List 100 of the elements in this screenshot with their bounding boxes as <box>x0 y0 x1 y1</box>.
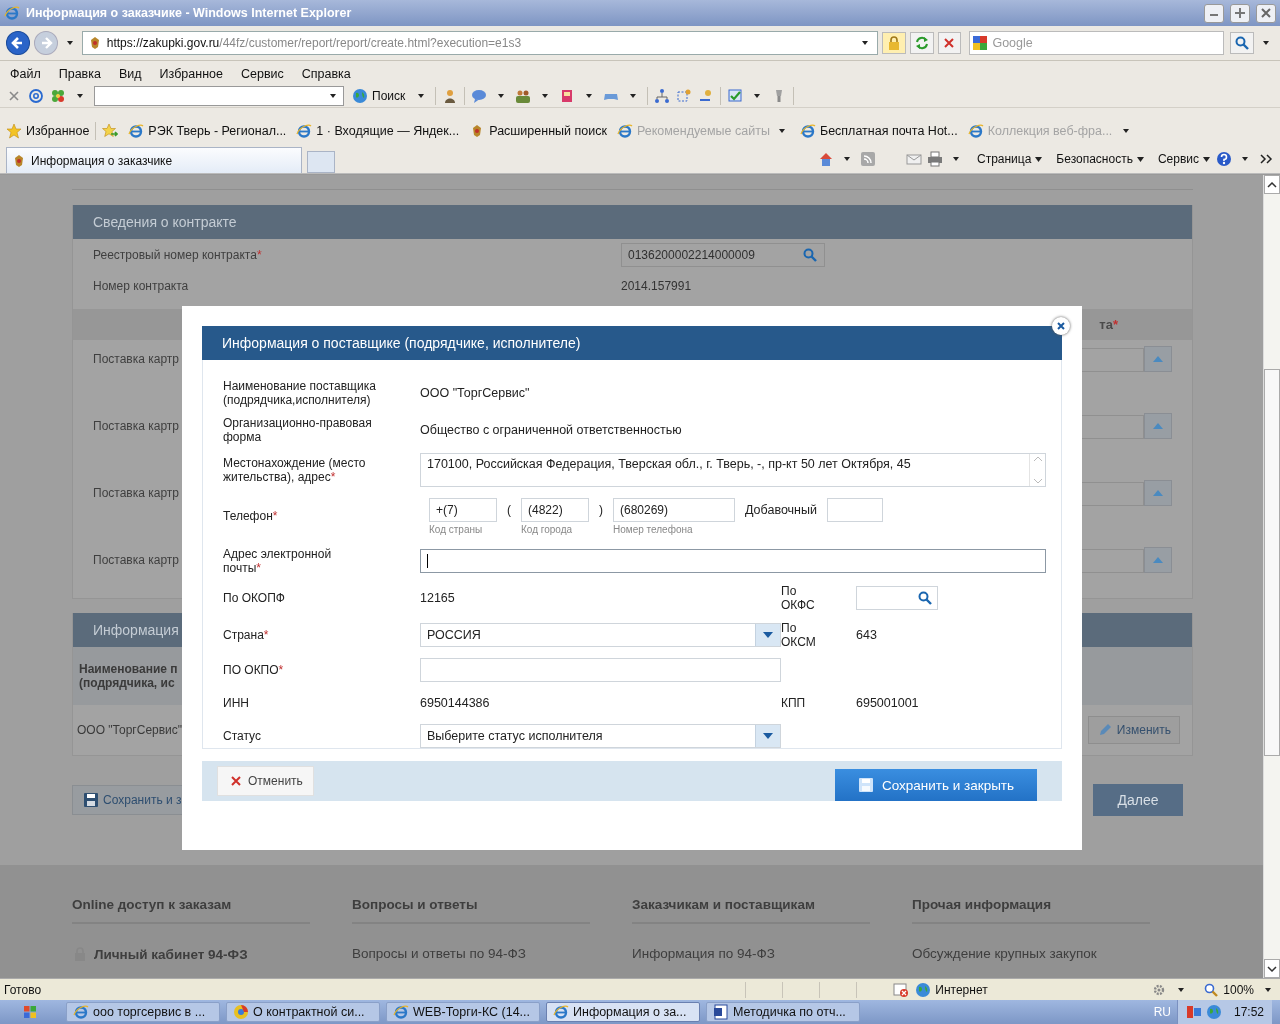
help-icon[interactable] <box>1216 151 1232 167</box>
people-icon[interactable] <box>515 88 532 104</box>
search-provider-icon <box>972 35 989 51</box>
browser-icon <box>233 1004 249 1020</box>
phone-input[interactable]: (680269) <box>613 497 735 522</box>
search-button[interactable]: Поиск <box>350 88 408 104</box>
stop-button[interactable] <box>937 32 962 54</box>
network-icon[interactable] <box>654 88 671 104</box>
taskbar-item[interactable]: Информация о за... <box>546 1002 700 1022</box>
field-label: Местонахождение (место жительства), адрес* <box>223 456 367 484</box>
table-cell: Поставка картр <box>93 486 179 500</box>
caret-icon <box>1034 154 1044 164</box>
close-icon <box>1057 322 1065 330</box>
taskbar-item[interactable]: О контрактной си... <box>226 1002 380 1022</box>
tray-apps-icon[interactable] <box>1185 1004 1202 1020</box>
search-input[interactable]: Google <box>992 36 1213 50</box>
favorite-link[interactable]: 1 · Входящие — Яндек... <box>296 123 460 139</box>
menu-item[interactable]: Правка <box>58 67 101 81</box>
restore-button[interactable] <box>1230 3 1250 23</box>
extension-input[interactable] <box>826 497 883 522</box>
mail-icon[interactable] <box>905 151 922 167</box>
next-button[interactable]: Далее <box>1093 784 1183 816</box>
flower-icon[interactable] <box>50 88 66 104</box>
menu-item[interactable]: Сервис <box>240 67 284 81</box>
search-button[interactable] <box>1230 32 1254 54</box>
column-header: Наименование п (подрядчика, ис <box>79 662 178 690</box>
footer-heading: Online доступ к заказам <box>72 897 233 912</box>
close-button[interactable] <box>1052 317 1070 335</box>
phone-input[interactable]: (4822) <box>521 497 589 522</box>
phone-input[interactable]: +(7) <box>429 497 497 522</box>
caret-icon <box>1202 154 1211 164</box>
caret-icon <box>1135 154 1145 164</box>
close-button[interactable] <box>1256 3 1276 23</box>
scrollbar[interactable] <box>1263 175 1280 978</box>
chat-bubble-icon[interactable] <box>471 88 488 104</box>
command-menu[interactable]: Страница <box>976 152 1044 166</box>
favorites-button[interactable]: Избранное <box>6 123 90 139</box>
field-label: Адрес электронной почты* <box>223 547 333 575</box>
command-menu[interactable]: Сервис <box>1157 152 1211 166</box>
field-hint: Код города <box>521 523 574 535</box>
input-field[interactable] <box>420 549 1046 573</box>
field-label: ИНН <box>223 696 250 710</box>
address-textarea[interactable]: 170100, Российская Федерация, Тверская обл., г. Тверь, -, пр-кт 50 лет Октября, 45 <box>420 453 1046 487</box>
save-close-button[interactable]: Сохранить и закрыть <box>835 769 1037 801</box>
bracket: ) <box>599 501 603 519</box>
search-field[interactable]: 0136200002214000009 <box>621 242 825 267</box>
field-label: Статус <box>223 729 262 743</box>
menu-item[interactable]: Справка <box>301 67 351 81</box>
dialog-title: Информация о поставщике (подрядчике, исполнителе) <box>222 335 581 351</box>
field-label: Организационно-правовая форма <box>223 416 373 444</box>
security-lock-button[interactable] <box>881 32 906 54</box>
footer-link[interactable]: Вопросы и ответы по 94-ФЗ <box>352 946 526 961</box>
scroll-down-icon <box>1032 478 1043 484</box>
at-sign-icon[interactable] <box>28 88 44 104</box>
input-value: (4822) <box>528 502 563 517</box>
refresh-button[interactable] <box>909 32 934 54</box>
dropdown-value: Выберите статус исполнителя <box>427 729 603 743</box>
search-field[interactable] <box>856 586 938 610</box>
search-field[interactable]: Google <box>969 31 1225 55</box>
footer-heading: Заказчикам и поставщикам <box>632 897 816 912</box>
browser-tab[interactable]: Информация о заказчике <box>6 147 302 173</box>
back-button[interactable] <box>6 31 30 55</box>
footer-link[interactable]: Обсуждение крупных закупок <box>912 946 1097 961</box>
toolbar-search-field[interactable] <box>94 86 344 106</box>
field-label: По ОКФС <box>781 584 816 612</box>
field-value: ООО "ТоргСервис" <box>420 386 531 400</box>
plus-icon <box>1235 8 1245 18</box>
menu-item[interactable]: Избранное <box>159 67 223 81</box>
print-icon[interactable] <box>926 151 943 167</box>
minimize-button[interactable] <box>1204 3 1224 23</box>
field-value: 2014.157991 <box>621 278 692 293</box>
scrollbar[interactable] <box>1029 454 1045 486</box>
favorite-link[interactable]: РЭК Тверь - Регионал... <box>128 123 287 139</box>
menu-item[interactable]: Файл <box>10 67 41 81</box>
page-icon <box>73 1004 89 1020</box>
input-value: +(7) <box>436 502 458 517</box>
globe-icon[interactable] <box>1205 1004 1222 1020</box>
favorite-link[interactable]: Расширенный поиск <box>469 123 607 139</box>
favorite-link[interactable]: Бесплатная почта Hot... <box>799 123 958 139</box>
field-label: Телефон* <box>223 509 279 523</box>
blocked-popup-icon[interactable] <box>893 981 910 998</box>
dropdown[interactable]: Выберите статус исполнителя <box>420 724 781 748</box>
command-menu[interactable]: Безопасность <box>1056 152 1145 166</box>
add-favorite-icon[interactable] <box>102 123 119 139</box>
zoom-button[interactable]: 100% <box>1203 981 1254 998</box>
taskbar-item[interactable]: WEB-Торги-КС (14... <box>386 1002 540 1022</box>
magnifier-icon <box>1203 981 1220 998</box>
section-title: Сведения о контракте <box>93 214 237 230</box>
menu-item[interactable]: Вид <box>118 67 142 81</box>
address-field[interactable]: https://zakupki.gov.ru/44fz/customer/report/report/create.html?execution=e1s3 <box>81 31 878 55</box>
cancel-button[interactable]: Отменить <box>217 766 314 796</box>
input-field[interactable] <box>420 658 781 682</box>
footer-link[interactable]: Информация по 94-ФЗ <box>632 946 775 961</box>
check-window-icon[interactable] <box>727 88 744 104</box>
star-icon <box>6 123 22 139</box>
dropdown[interactable]: РОССИЯ <box>420 623 781 647</box>
taskbar-item[interactable]: ооо торгсервис в ... <box>66 1002 220 1022</box>
dropdown-value: РОССИЯ <box>427 628 481 642</box>
search-icon <box>802 246 818 263</box>
taskbar-item[interactable]: Методичка по отч... <box>706 1002 860 1022</box>
